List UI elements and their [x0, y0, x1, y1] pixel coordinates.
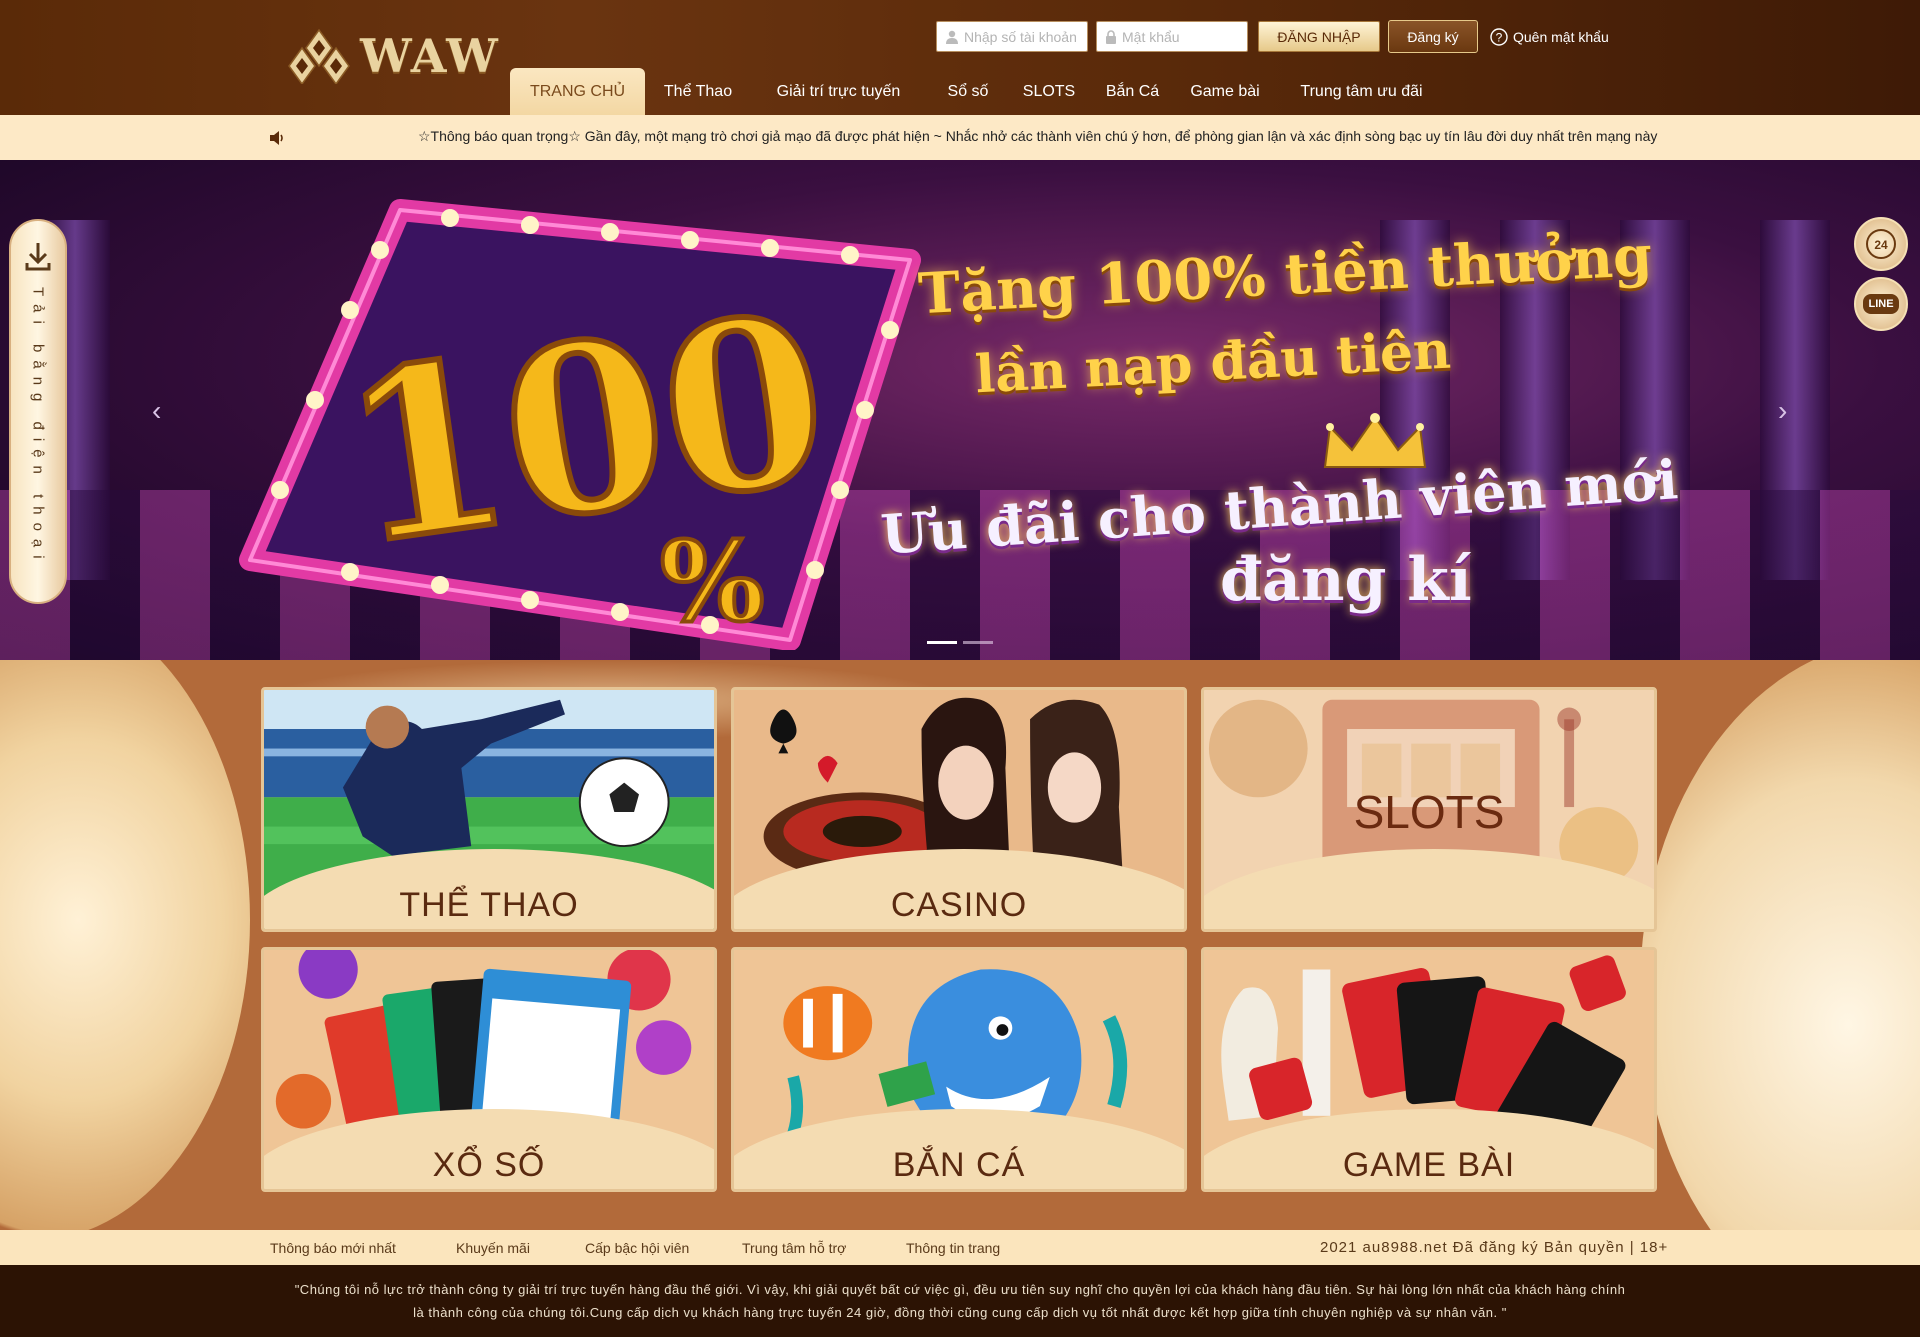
- footer-link-latest-news[interactable]: Thông báo mới nhất: [270, 1240, 396, 1256]
- password-input[interactable]: [1122, 28, 1242, 45]
- username-field[interactable]: [936, 21, 1088, 52]
- footer-link-site-info[interactable]: Thông tin trang: [906, 1240, 1000, 1256]
- nav-item-card-games[interactable]: Game bài: [1177, 68, 1273, 115]
- nav-item-lottery[interactable]: Sổ số: [926, 68, 1010, 115]
- header: WAW ĐĂNG NHẬP Đăng ký ? Quên mật khẩu TR…: [0, 0, 1920, 115]
- speaker-icon: [270, 131, 283, 145]
- footer-link-support-center[interactable]: Trung tâm hỗ trợ: [742, 1240, 846, 1256]
- crown-icon: [1323, 413, 1427, 468]
- download-icon: [25, 243, 51, 271]
- banner-prev-arrow[interactable]: ‹: [152, 395, 161, 427]
- nav-item-sports[interactable]: Thể Thao: [645, 68, 751, 115]
- decor-swirl: [0, 660, 250, 1230]
- footer-link-member-levels[interactable]: Cấp bậc hội viên: [585, 1240, 689, 1256]
- notice-bar: ☆Thông báo quan trọng☆ Gần đây, một mạng…: [0, 115, 1920, 160]
- support-24h-button[interactable]: 24: [1854, 217, 1908, 271]
- nav-item-home[interactable]: TRANG CHỦ: [510, 68, 645, 115]
- big-percent: %: [660, 517, 765, 646]
- svg-text:?: ?: [1496, 30, 1503, 44]
- question-icon: ?: [1490, 27, 1508, 46]
- nav-item-slots[interactable]: SLOTS: [1010, 68, 1088, 115]
- footer-nav: Thông báo mới nhất Khuyến mãi Cấp bậc hộ…: [0, 1230, 1920, 1265]
- game-card-label: BẮN CÁ: [892, 1146, 1026, 1184]
- svg-text:24: 24: [1874, 238, 1888, 252]
- nav-item-fishing[interactable]: Bắn Cá: [1088, 68, 1177, 115]
- username-input[interactable]: [964, 28, 1084, 45]
- banner-dot[interactable]: [927, 641, 957, 644]
- download-app-widget[interactable]: Tải bằng điện thoại: [9, 219, 67, 604]
- footer-statement-line: "Chúng tôi nỗ lực trở thành công ty giải…: [294, 1282, 1626, 1297]
- game-card-card-games[interactable]: GAME BÀI: [1201, 947, 1657, 1192]
- line-chat-button[interactable]: LINE: [1854, 277, 1908, 331]
- password-field[interactable]: [1096, 21, 1248, 52]
- support-24-icon: 24: [1866, 229, 1896, 259]
- main-nav: TRANG CHỦ Thể Thao Giải trí trực tuyến S…: [510, 68, 1450, 115]
- game-card-label: THỂ THAO: [399, 886, 579, 924]
- game-card-sports[interactable]: THỂ THAO: [261, 687, 717, 932]
- forgot-password-label: Quên mật khẩu: [1513, 28, 1609, 45]
- register-button[interactable]: Đăng ký: [1388, 20, 1478, 53]
- user-icon: [946, 30, 958, 44]
- forgot-password-link[interactable]: ? Quên mật khẩu: [1490, 27, 1609, 46]
- game-card-label: CASINO: [890, 886, 1028, 924]
- decor-swirl: [1640, 660, 1920, 1230]
- banner-pagination: [927, 641, 993, 644]
- line-icon: LINE: [1863, 294, 1899, 314]
- game-card-label: SLOTS: [1353, 786, 1505, 838]
- nav-item-live-casino[interactable]: Giải trí trực tuyến: [751, 68, 926, 115]
- nav-item-promotions[interactable]: Trung tâm ưu đãi: [1273, 68, 1450, 115]
- game-card-fishing[interactable]: BẮN CÁ: [731, 947, 1187, 1192]
- copyright-text: 2021 au8988.net Đã đăng ký Bản quyền | 1…: [1320, 1239, 1669, 1256]
- game-card-lottery[interactable]: XỔ SỐ: [261, 947, 717, 1192]
- banner-dot[interactable]: [963, 641, 993, 644]
- logo[interactable]: WAW: [288, 28, 500, 84]
- footer-statement: "Chúng tôi nỗ lực trở thành công ty giải…: [0, 1265, 1920, 1337]
- brand-name: WAW: [360, 29, 500, 83]
- lock-icon: [1106, 29, 1116, 44]
- login-form: ĐĂNG NHẬP Đăng ký ? Quên mật khẩu: [936, 20, 1609, 53]
- notice-text: ☆Thông báo quan trọng☆ Gần đây, một mạng…: [418, 128, 1658, 144]
- games-section: THỂ THAO CASINO SLOTS XỔ SỐ BẮN CÁ GAME …: [0, 660, 1920, 1230]
- game-card-label: XỔ SỐ: [432, 1146, 546, 1184]
- logo-diamond-icon: [288, 28, 350, 84]
- login-button[interactable]: ĐĂNG NHẬP: [1258, 21, 1380, 52]
- download-app-label: Tải bằng điện thoại: [29, 287, 47, 567]
- game-card-slots[interactable]: SLOTS: [1201, 687, 1657, 932]
- game-card-label: GAME BÀI: [1342, 1146, 1516, 1184]
- footer-statement-line: là thành công của chúng tôi.Cung cấp dịc…: [413, 1305, 1507, 1320]
- game-card-casino[interactable]: CASINO: [731, 687, 1187, 932]
- promo-line-4: đăng kí: [1220, 545, 1472, 615]
- footer-link-promotions[interactable]: Khuyến mãi: [456, 1240, 530, 1256]
- promo-banner[interactable]: 100 % Tặng 100% tiền thưởng lần nạp đầu …: [0, 160, 1920, 660]
- banner-next-arrow[interactable]: ›: [1778, 395, 1787, 427]
- neon-sign: 100 %: [239, 199, 921, 650]
